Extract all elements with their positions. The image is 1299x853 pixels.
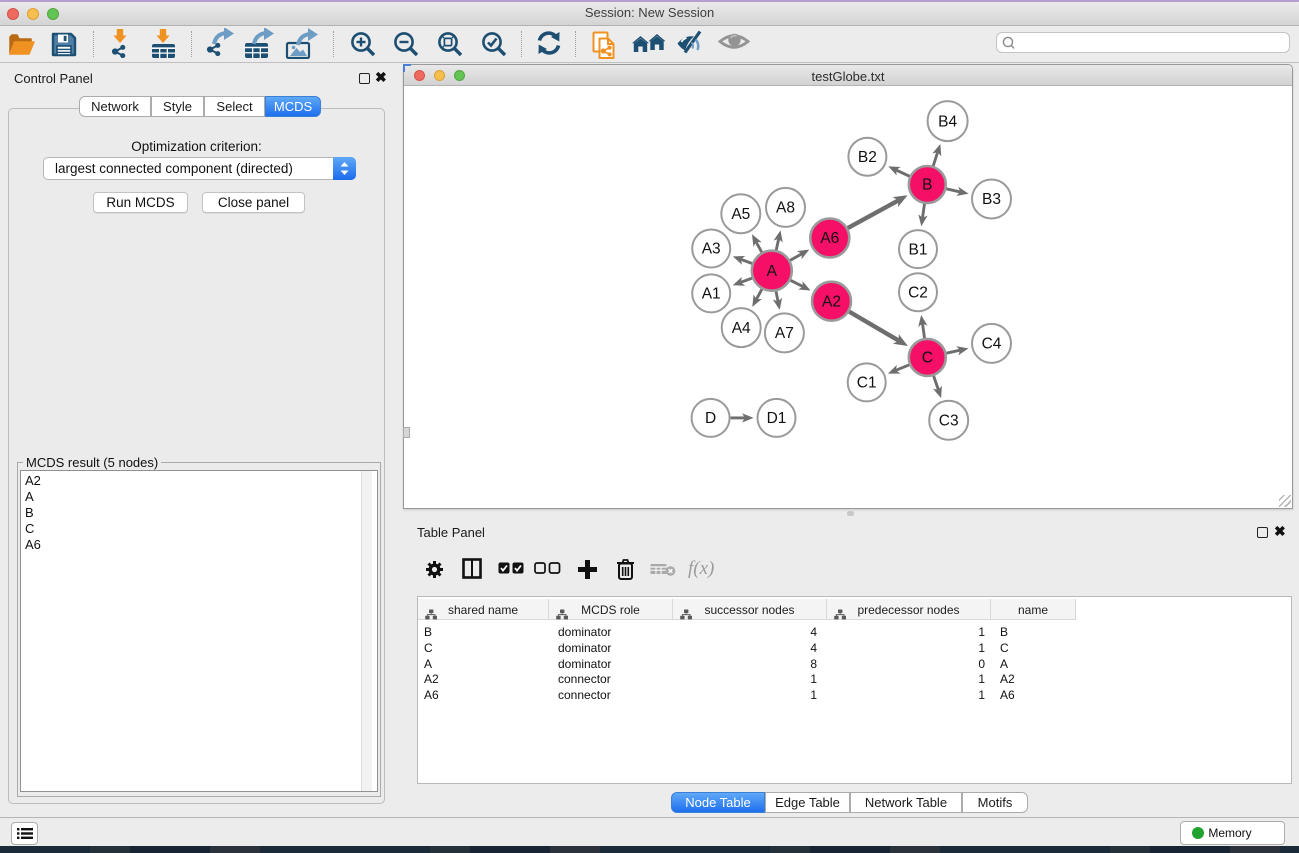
- svg-text:A: A: [767, 263, 778, 280]
- svg-text:A8: A8: [776, 200, 795, 217]
- svg-text:B3: B3: [982, 191, 1001, 208]
- svg-text:B: B: [922, 177, 932, 194]
- svg-text:B2: B2: [858, 149, 877, 166]
- svg-text:A4: A4: [732, 320, 751, 337]
- svg-text:C1: C1: [857, 375, 877, 392]
- svg-text:B1: B1: [909, 241, 928, 258]
- svg-text:D: D: [705, 410, 716, 427]
- svg-text:A2: A2: [822, 293, 841, 310]
- svg-text:A1: A1: [702, 286, 721, 303]
- svg-text:C: C: [922, 350, 933, 367]
- svg-text:C3: C3: [939, 413, 959, 430]
- svg-text:D1: D1: [767, 410, 787, 427]
- svg-text:A6: A6: [820, 230, 839, 247]
- svg-text:C4: C4: [982, 336, 1002, 353]
- svg-text:B4: B4: [938, 113, 957, 130]
- svg-text:A3: A3: [702, 241, 721, 258]
- svg-text:A7: A7: [775, 325, 794, 342]
- svg-text:A5: A5: [731, 206, 750, 223]
- svg-text:C2: C2: [908, 284, 928, 301]
